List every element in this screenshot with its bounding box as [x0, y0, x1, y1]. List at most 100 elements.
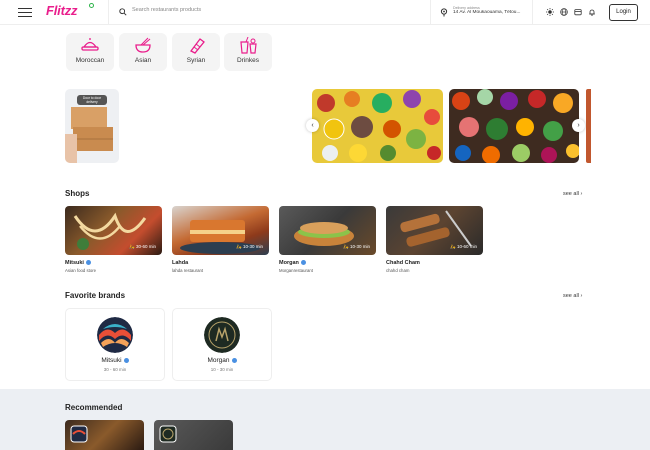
shop-name: Morgan	[279, 260, 299, 266]
category-drinkes[interactable]: Drinkes	[224, 33, 272, 71]
promo-banner-delivery[interactable]: Door to door delivery	[65, 89, 119, 163]
login-button[interactable]: Login	[609, 4, 638, 21]
shop-image: 🛵 30-60 min	[65, 206, 162, 255]
brand-delivery-time: 30 - 60 min	[103, 367, 127, 372]
see-all-label: see all	[563, 293, 579, 299]
shop-subtitle: chahd cham	[386, 268, 410, 273]
verified-icon	[123, 357, 129, 363]
shop-delivery-time: 🛵 10-30 min	[236, 244, 263, 250]
shop-card-mitsuki[interactable]: 🛵 30-60 min Mitsuki Asian food store	[65, 206, 162, 273]
shop-image: 🛵 10-30 min	[172, 206, 269, 255]
shop-image: 🛵 10-60 min	[386, 206, 483, 255]
brand-delivery-time: 10 - 30 min	[210, 367, 234, 372]
recommended-card[interactable]	[154, 420, 233, 450]
shops-see-all-link[interactable]: see all ›	[563, 191, 582, 197]
see-all-label: see all	[563, 191, 579, 197]
verified-icon	[300, 260, 306, 266]
shops-section-title: Shops	[65, 189, 90, 198]
search-input[interactable]: Search restaurants products	[132, 7, 201, 13]
brand-name: Mitsuki	[101, 357, 122, 364]
wallet-icon[interactable]	[574, 8, 582, 16]
brand-name-row: Morgan	[173, 357, 271, 364]
header-divider	[430, 0, 431, 25]
shop-name-row: Mitsuki	[65, 260, 162, 266]
recommended-card[interactable]	[65, 420, 144, 450]
shop-name-row: Chahd Cham	[386, 260, 483, 266]
search-icon	[119, 8, 127, 16]
verified-icon	[85, 260, 91, 266]
brands-see-all-link[interactable]: see all ›	[563, 293, 582, 299]
bell-icon[interactable]	[588, 8, 596, 16]
shop-name-row: Lahda	[172, 260, 269, 266]
logo-accent-icon	[89, 3, 94, 8]
verified-icon	[231, 357, 237, 363]
carousel-prev-button[interactable]: ‹	[306, 119, 319, 132]
shop-card-lahda[interactable]: 🛵 10-30 min Lahda lahda restaurant	[172, 206, 269, 273]
category-label: Syrian	[186, 57, 206, 64]
brand-card-morgan[interactable]: Morgan 10 - 30 min	[172, 308, 272, 381]
brand-name-row: Mitsuki	[66, 357, 164, 364]
shop-card-morgan[interactable]: 🛵 10-30 min Morgan Morganrestaurant	[279, 206, 376, 273]
category-syrian[interactable]: Syrian	[172, 33, 220, 71]
promo-banner-fresh-food[interactable]	[449, 89, 579, 163]
wrap-icon	[190, 38, 205, 54]
noodle-bowl-icon	[135, 37, 151, 53]
vegetables-image	[312, 89, 443, 163]
shop-subtitle: lahda restaurant	[172, 268, 204, 273]
delivery-address-value: 14 Av. Al Moukaouama, Tétou...	[453, 10, 521, 15]
scooter-icon: 🛵	[343, 244, 349, 249]
category-label: Asian	[134, 57, 152, 64]
shop-delivery-time: 🛵 30-60 min	[129, 244, 156, 250]
header-divider	[108, 0, 109, 25]
shop-time-value: 30-60 min	[135, 244, 156, 249]
category-label: Moroccan	[75, 57, 105, 64]
recommended-image	[70, 425, 88, 443]
delivery-address[interactable]: Delivery address 14 Av. Al Moukaouama, T…	[453, 6, 525, 15]
shop-delivery-time: 🛵 10-30 min	[343, 244, 370, 250]
shop-name: Chahd Cham	[386, 260, 420, 266]
search-bar[interactable]: Search restaurants products	[119, 6, 419, 19]
category-moroccan[interactable]: Moroccan	[66, 33, 114, 71]
recommended-section-title: Recommended	[65, 403, 123, 412]
morgan-logo-icon	[204, 317, 240, 353]
chevron-right-icon: ›	[580, 293, 583, 299]
recommended-image	[159, 425, 177, 443]
brand-name: Morgan	[207, 357, 230, 364]
shop-time-value: 10-30 min	[242, 244, 263, 249]
app-logo[interactable]: Flitzz	[46, 3, 77, 18]
category-label: Drinkes	[236, 57, 260, 64]
drinks-icon	[240, 37, 257, 54]
shop-delivery-time: 🛵 10-60 min	[450, 244, 477, 250]
chevron-right-icon: ›	[580, 191, 583, 197]
brand-card-mitsuki[interactable]: Mitsuki 30 - 60 min	[65, 308, 165, 381]
mitsuki-logo-icon	[97, 317, 133, 353]
scooter-icon: 🛵	[129, 244, 135, 249]
promo-banner-text: Door to door delivery	[82, 96, 102, 104]
sun-icon[interactable]	[546, 8, 554, 16]
shop-name: Mitsuki	[65, 260, 84, 266]
shop-card-chahd-cham[interactable]: 🛵 10-60 min Chahd Cham chahd cham	[386, 206, 483, 273]
shop-image: 🛵 10-30 min	[279, 206, 376, 255]
tagine-icon	[81, 38, 99, 51]
fresh-food-image	[449, 89, 579, 163]
brand-logo	[97, 317, 133, 353]
scooter-icon: 🛵	[450, 244, 456, 249]
brands-section-title: Favorite brands	[65, 291, 126, 300]
globe-icon[interactable]	[560, 8, 568, 16]
top-header: Flitzz Search restaurants products Deliv…	[0, 0, 650, 25]
promo-banner-partial	[586, 89, 591, 163]
shop-subtitle: Asian food store	[65, 268, 97, 273]
menu-icon[interactable]	[18, 8, 32, 17]
brand-logo	[204, 317, 240, 353]
shop-time-value: 10-60 min	[456, 244, 477, 249]
carousel-next-button[interactable]: ›	[572, 119, 585, 132]
location-pin-icon[interactable]	[440, 8, 448, 17]
scooter-icon: 🛵	[236, 244, 242, 249]
banner-partial-image	[586, 89, 591, 163]
shop-name-row: Morgan	[279, 260, 376, 266]
category-asian[interactable]: Asian	[119, 33, 167, 71]
promo-banner-vegetables[interactable]	[312, 89, 443, 163]
shop-subtitle: Morganrestaurant	[279, 268, 313, 273]
header-divider	[532, 0, 533, 25]
shop-name: Lahda	[172, 260, 189, 266]
